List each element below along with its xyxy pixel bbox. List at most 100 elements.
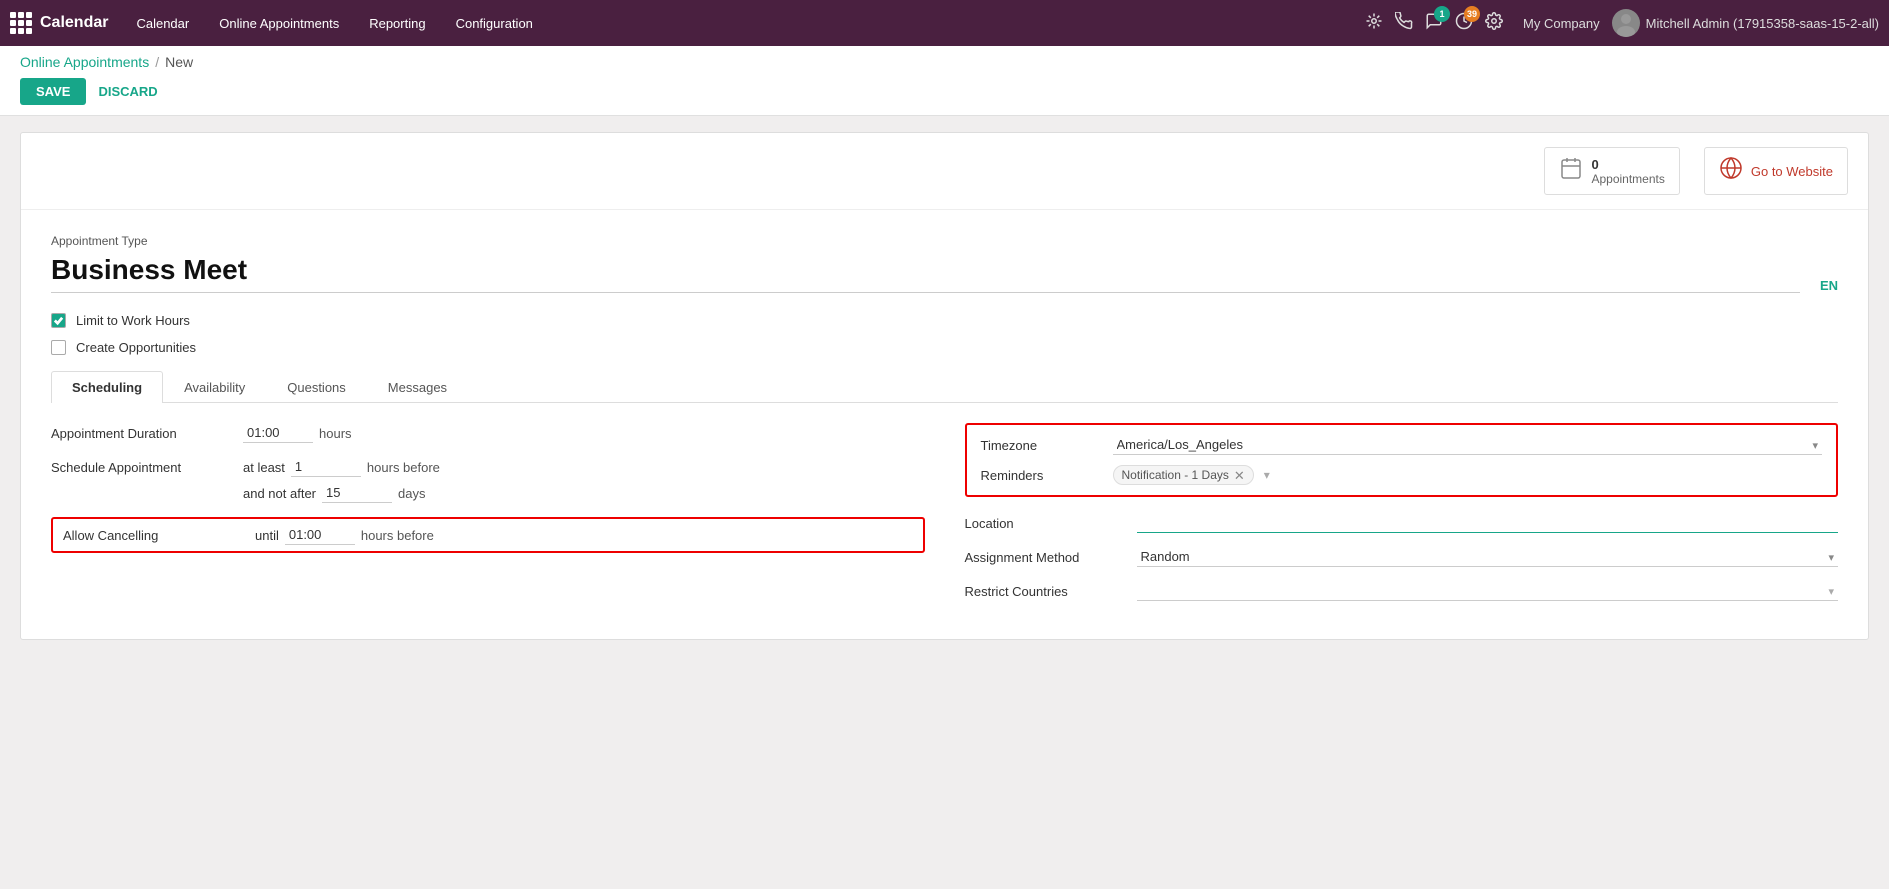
schedule-days: days: [398, 486, 425, 501]
limit-work-hours-label: Limit to Work Hours: [76, 313, 190, 328]
reminders-value: Notification - 1 Days ✕ ▾: [1113, 465, 1823, 485]
calendar-icon: [1559, 156, 1583, 186]
app-name: Calendar: [40, 14, 108, 32]
company-name: My Company: [1523, 16, 1600, 31]
nav-reporting[interactable]: Reporting: [355, 10, 439, 37]
subheader: Online Appointments / New SAVE DISCARD: [0, 46, 1889, 116]
reminders-label: Reminders: [981, 468, 1101, 483]
chat-icon[interactable]: 1: [1425, 12, 1443, 35]
duration-value: hours: [243, 423, 925, 443]
settings-icon[interactable]: [1485, 12, 1503, 35]
scheduling-columns: Appointment Duration hours Schedule Appo…: [51, 423, 1838, 615]
schedule-max-input[interactable]: [322, 483, 392, 503]
goto-website-label: Go to Website: [1751, 164, 1833, 179]
limit-work-hours-row: Limit to Work Hours: [51, 313, 1838, 328]
reminders-field: Reminders Notification - 1 Days ✕ ▾: [981, 465, 1823, 485]
goto-website-button[interactable]: Go to Website: [1704, 147, 1848, 195]
nav-menu: Calendar Online Appointments Reporting C…: [122, 10, 1361, 37]
breadcrumb-parent[interactable]: Online Appointments: [20, 54, 149, 70]
right-column: Timezone America/Los_Angeles: [965, 423, 1839, 615]
nav-configuration[interactable]: Configuration: [442, 10, 547, 37]
allow-cancel-value: until hours before: [255, 525, 913, 545]
timezone-reminders-group: Timezone America/Los_Angeles: [965, 423, 1839, 497]
schedule-label: Schedule Appointment: [51, 460, 231, 475]
tab-questions[interactable]: Questions: [266, 371, 367, 403]
timezone-value: America/Los_Angeles: [1113, 435, 1823, 455]
reminders-dropdown-arrow[interactable]: ▾: [1264, 468, 1270, 482]
assignment-label: Assignment Method: [965, 550, 1125, 565]
breadcrumb: Online Appointments / New: [20, 54, 1869, 70]
appointments-stat-button[interactable]: 0 Appointments: [1544, 147, 1679, 195]
duration-suffix: hours: [319, 426, 352, 441]
duration-field: Appointment Duration hours: [51, 423, 925, 443]
tab-scheduling[interactable]: Scheduling: [51, 371, 163, 403]
location-input-area[interactable]: [1137, 513, 1839, 533]
tabs: Scheduling Availability Questions Messag…: [51, 371, 1838, 403]
schedule-field: Schedule Appointment at least hours befo…: [51, 457, 925, 477]
bug-icon[interactable]: [1365, 12, 1383, 35]
restrict-countries-select[interactable]: [1137, 581, 1839, 601]
restrict-select-wrapper: ▾: [1137, 581, 1839, 601]
username: Mitchell Admin (17915358-saas-15-2-all): [1646, 16, 1879, 31]
appointment-title: Business Meet: [51, 254, 247, 285]
allow-cancel-prefix: until: [255, 528, 279, 543]
topbar-icons: 1 39 My Company Mitchell Admin (17915358…: [1365, 9, 1879, 37]
chat-badge: 1: [1434, 6, 1450, 22]
form-card-header: 0 Appointments Go to Website: [21, 133, 1868, 210]
form-body: Appointment Type Business Meet EN: [21, 210, 1868, 639]
tab-availability[interactable]: Availability: [163, 371, 266, 403]
activity-icon[interactable]: 39: [1455, 12, 1473, 35]
top-navigation: Calendar Calendar Online Appointments Re…: [0, 0, 1889, 46]
schedule-max-field: and not after days: [51, 483, 925, 503]
restrict-countries-field: Restrict Countries ▾: [965, 581, 1839, 601]
timezone-label: Timezone: [981, 438, 1101, 453]
create-opportunities-checkbox[interactable]: [51, 340, 66, 355]
appointments-count-block: 0 Appointments: [1591, 157, 1664, 186]
create-opportunities-label: Create Opportunities: [76, 340, 196, 355]
nav-calendar[interactable]: Calendar: [122, 10, 203, 37]
assignment-field: Assignment Method Random ▾: [965, 547, 1839, 567]
main-content: 0 Appointments Go to Website Appointment…: [0, 116, 1889, 656]
globe-icon: [1719, 156, 1743, 186]
schedule-suffix: hours before: [367, 460, 440, 475]
activity-badge: 39: [1464, 6, 1480, 22]
schedule-notafter: and not after: [243, 486, 316, 501]
schedule-min-input[interactable]: [291, 457, 361, 477]
restrict-countries-label: Restrict Countries: [965, 584, 1125, 599]
form-card: 0 Appointments Go to Website Appointment…: [20, 132, 1869, 640]
left-column: Appointment Duration hours Schedule Appo…: [51, 423, 925, 615]
allow-cancelling-row: Allow Cancelling until hours before: [51, 517, 925, 553]
reminder-chip-text: Notification - 1 Days: [1122, 468, 1229, 482]
schedule-value: at least hours before: [243, 457, 925, 477]
title-row: Business Meet EN: [51, 254, 1838, 293]
action-bar: SAVE DISCARD: [20, 78, 1869, 115]
reminder-chip: Notification - 1 Days ✕: [1113, 465, 1254, 485]
timezone-select[interactable]: America/Los_Angeles: [1113, 435, 1823, 455]
phone-icon[interactable]: [1395, 12, 1413, 35]
location-label: Location: [965, 516, 1125, 531]
duration-input[interactable]: [243, 423, 313, 443]
app-logo[interactable]: Calendar: [10, 12, 108, 34]
language-badge[interactable]: EN: [1820, 278, 1838, 293]
assignment-select-wrapper: Random ▾: [1137, 547, 1839, 567]
appointment-type-label: Appointment Type: [51, 234, 1838, 248]
tab-messages[interactable]: Messages: [367, 371, 468, 403]
avatar: [1612, 9, 1640, 37]
allow-cancel-label: Allow Cancelling: [63, 528, 243, 543]
save-button[interactable]: SAVE: [20, 78, 86, 105]
limit-work-hours-checkbox[interactable]: [51, 313, 66, 328]
allow-cancel-input[interactable]: [285, 525, 355, 545]
duration-label: Appointment Duration: [51, 426, 231, 441]
user-menu[interactable]: Mitchell Admin (17915358-saas-15-2-all): [1612, 9, 1879, 37]
location-field: Location: [965, 513, 1839, 533]
breadcrumb-separator: /: [155, 54, 159, 70]
nav-online-appointments[interactable]: Online Appointments: [205, 10, 353, 37]
assignment-select[interactable]: Random: [1137, 547, 1839, 567]
create-opportunities-row: Create Opportunities: [51, 340, 1838, 355]
allow-cancel-suffix: hours before: [361, 528, 434, 543]
reminder-remove-button[interactable]: ✕: [1234, 469, 1245, 482]
discard-button[interactable]: DISCARD: [98, 84, 157, 99]
timezone-select-wrapper: America/Los_Angeles: [1113, 435, 1823, 455]
breadcrumb-current: New: [165, 54, 193, 70]
appointments-count: 0: [1591, 157, 1664, 172]
